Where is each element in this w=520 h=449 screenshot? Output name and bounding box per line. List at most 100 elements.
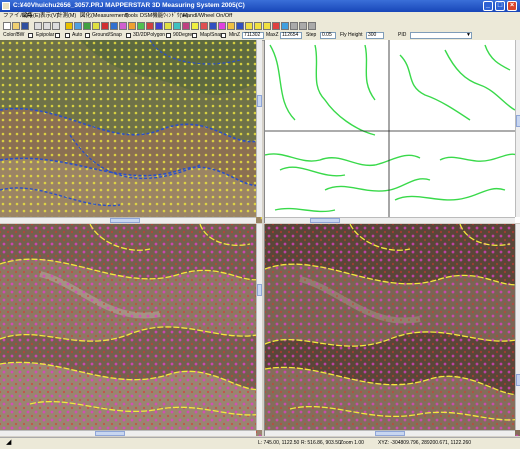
contour-vscroll-thumb[interactable] — [516, 115, 520, 127]
toolbar — [0, 21, 520, 31]
color-bw-checkbox[interactable] — [28, 33, 33, 38]
maximize-button[interactable]: □ — [495, 1, 505, 11]
left-stereo-vertical-scrollbar[interactable] — [256, 224, 262, 430]
blue-tool-icon[interactable] — [209, 22, 217, 30]
degree-checkbox[interactable] — [192, 33, 197, 38]
status-zoom: Zoom 1.00 — [340, 440, 364, 446]
mark-icon[interactable] — [200, 22, 208, 30]
cut-icon[interactable] — [34, 22, 42, 30]
polygon-label: Polygon — [147, 32, 166, 38]
grid-icon[interactable] — [137, 22, 145, 30]
step-field[interactable]: 0.05 — [320, 32, 336, 39]
contour-icon[interactable] — [128, 22, 136, 30]
menu-measure[interactable]: 計測(M) — [57, 12, 76, 21]
chevron-down-icon[interactable]: ▼ — [466, 33, 471, 38]
map-snap-checkbox[interactable] — [221, 33, 226, 38]
view-3d2d-checkbox[interactable] — [126, 33, 131, 38]
right-stereo-vscroll-thumb[interactable] — [516, 374, 520, 386]
disabled-tool-2-icon[interactable] — [299, 22, 307, 30]
disabled-tool-3-icon[interactable] — [308, 22, 316, 30]
contour-map-canvas — [265, 40, 518, 217]
menu-bar: ファイル(F) 編集(E) 表示(V) 計測(M) 図化(Measurement… — [0, 12, 520, 21]
map-snap-label: Map/Snap — [200, 32, 223, 38]
left-stereo-hscroll-thumb[interactable] — [95, 431, 125, 436]
overview-horizontal-scrollbar[interactable] — [0, 217, 256, 223]
app-icon — [2, 2, 10, 10]
close-button[interactable]: × — [507, 1, 517, 11]
overview-image-pane[interactable] — [0, 40, 262, 223]
text-tool-icon[interactable] — [236, 22, 244, 30]
right-stereo-horizontal-scrollbar[interactable] — [265, 430, 515, 436]
arrow-left-icon[interactable] — [245, 22, 253, 30]
yellow-tool-icon[interactable] — [227, 22, 235, 30]
pan-icon[interactable] — [92, 22, 100, 30]
epipolar-label: Epipolar — [36, 32, 55, 38]
ground-snap-checkbox[interactable] — [85, 33, 90, 38]
dsm-icon[interactable] — [173, 22, 181, 30]
left-stereo-pane[interactable] — [0, 224, 262, 436]
minimize-button[interactable]: _ — [483, 1, 493, 11]
status-bar: ◢ L: 745.00, 1122.50 R: 516.86, 903.50 Z… — [0, 437, 520, 449]
polygon-checkbox[interactable] — [166, 33, 171, 38]
menu-handl-wheel[interactable]: Handl/Wheel On/Off — [183, 12, 232, 21]
edit-icon[interactable] — [182, 22, 190, 30]
delete-point-icon[interactable] — [146, 22, 154, 30]
contour-vertical-scrollbar[interactable] — [515, 40, 520, 217]
pid-label: PID — [398, 32, 407, 38]
maxz-label: MaxZ — [266, 32, 279, 38]
refresh-icon[interactable] — [281, 22, 289, 30]
pid-dropdown[interactable] — [410, 32, 472, 39]
contour-horizontal-scrollbar[interactable] — [265, 217, 515, 223]
status-left-position: L: 745.00, 1122.50 — [258, 440, 300, 446]
measure-line-icon[interactable] — [110, 22, 118, 30]
title-bar[interactable]: C:¥40Vhuichu2656_3057.PRJ MAPPERSTAR 3D … — [0, 0, 520, 12]
magenta-tool-icon[interactable] — [218, 22, 226, 30]
contour-hscroll-thumb[interactable] — [310, 218, 340, 223]
menu-view[interactable]: 表示(V) — [40, 12, 58, 21]
zoom-in-icon[interactable] — [74, 22, 82, 30]
left-stereo-vscroll-thumb[interactable] — [257, 284, 262, 296]
epipolar-checkbox[interactable] — [55, 33, 60, 38]
auto-checkbox[interactable] — [65, 33, 70, 38]
copy-icon[interactable] — [43, 22, 51, 30]
polygon-icon[interactable] — [119, 22, 127, 30]
menu-tools[interactable]: Tools — [125, 12, 138, 21]
paste-icon[interactable] — [52, 22, 60, 30]
snap-icon[interactable] — [155, 22, 163, 30]
stop-icon[interactable] — [272, 22, 280, 30]
ground-snap-label: Ground/Snap — [92, 32, 122, 38]
bulb-icon[interactable] — [65, 22, 73, 30]
status-right-position: R: 516.86, 903.50 — [301, 440, 341, 446]
menu-measurement[interactable]: 図化(Measurement) — [80, 12, 128, 21]
overview-image-canvas — [0, 40, 262, 223]
minz-field[interactable]: 711302 — [242, 32, 264, 39]
right-stereo-pane[interactable] — [264, 224, 520, 436]
right-stereo-hscroll-thumb[interactable] — [375, 431, 405, 436]
fly-height-label: Fly Height — [340, 32, 363, 38]
contour-map-pane[interactable] — [264, 40, 520, 223]
zoom-out-icon[interactable] — [83, 22, 91, 30]
highlight-icon[interactable] — [191, 22, 199, 30]
arrow-up-icon[interactable] — [263, 22, 271, 30]
left-stereo-horizontal-scrollbar[interactable] — [0, 430, 256, 436]
left-stereo-canvas — [0, 224, 262, 436]
view-3d2d-label: 3D/2D — [133, 32, 148, 38]
right-stereo-vertical-scrollbar[interactable] — [515, 224, 520, 430]
arrow-right-icon[interactable] — [254, 22, 262, 30]
layer-icon[interactable] — [164, 22, 172, 30]
save-icon[interactable] — [21, 22, 29, 30]
step-label: Step — [306, 32, 317, 38]
new-file-icon[interactable] — [3, 22, 11, 30]
measure-point-icon[interactable] — [101, 22, 109, 30]
status-grip-icon: ◢ — [6, 439, 12, 446]
overview-hscroll-thumb[interactable] — [110, 218, 140, 223]
overview-vertical-scrollbar[interactable] — [256, 40, 262, 217]
menu-dsm[interactable]: DSM機能 — [140, 12, 163, 21]
open-folder-icon[interactable] — [12, 22, 20, 30]
disabled-tool-1-icon[interactable] — [290, 22, 298, 30]
fly-height-field[interactable]: 300 — [366, 32, 384, 39]
menu-edit[interactable]: 編集(E) — [22, 12, 40, 21]
color-bw-label[interactable]: Color/BW — [3, 32, 24, 39]
overview-vscroll-thumb[interactable] — [257, 95, 262, 107]
maxz-field[interactable]: 112654 — [280, 32, 302, 39]
